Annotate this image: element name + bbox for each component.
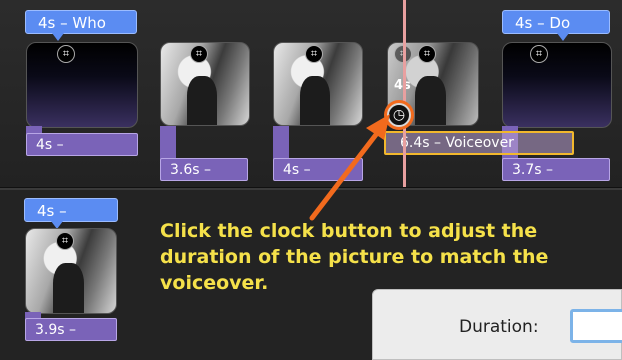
duration-input[interactable] [570,309,622,343]
duration-inspector: Duration: [372,289,622,360]
instruction-callout: Click the clock button to adjust the dur… [160,220,549,294]
arrow-shaft [309,129,381,221]
duration-label: Duration: [459,317,539,337]
